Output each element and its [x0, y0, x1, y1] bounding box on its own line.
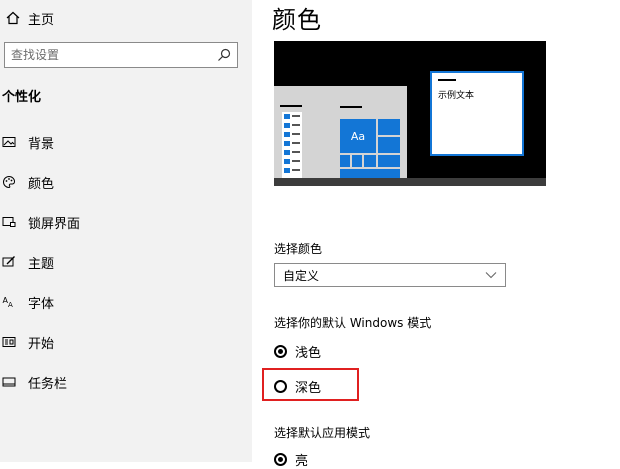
- sidebar-item-lock-screen[interactable]: 锁屏界面: [0, 210, 250, 234]
- windows-mode-label: 选择你的默认 Windows 模式: [274, 316, 432, 330]
- sidebar-item-label: 主题: [28, 256, 55, 272]
- preview-taskbar: [274, 178, 546, 186]
- sidebar-item-label: 锁屏界面: [28, 216, 81, 232]
- preview-accent-tile: Aa: [340, 119, 376, 153]
- choose-color-dropdown[interactable]: 自定义: [274, 263, 506, 287]
- preview-sample-text: 示例文本: [438, 91, 475, 101]
- highlight-box: [262, 368, 359, 401]
- radio-checked-icon[interactable]: [274, 345, 287, 358]
- sidebar-item-fonts[interactable]: A A 字体: [0, 290, 250, 314]
- lock-screen-icon: [2, 217, 16, 227]
- sidebar-item-label: 开始: [28, 336, 55, 352]
- preview-sample-window: 示例文本: [430, 71, 524, 156]
- taskbar-icon: [2, 377, 16, 387]
- choose-color-label: 选择颜色: [274, 242, 323, 256]
- sidebar-item-label: 背景: [28, 136, 55, 152]
- home-label: 主页: [28, 12, 55, 28]
- image-icon: [2, 137, 16, 147]
- radio-light-mode[interactable]: 浅色: [274, 342, 321, 361]
- chevron-down-icon: [485, 272, 497, 279]
- preview-start-strip: [282, 112, 302, 178]
- home-link[interactable]: 主页: [6, 8, 54, 28]
- settings-sidebar: 主页 个性化 背景 颜色 锁屏界面 主题: [0, 0, 252, 462]
- search-input[interactable]: [5, 47, 217, 63]
- sidebar-item-themes[interactable]: 主题: [0, 250, 250, 274]
- sidebar-item-label: 任务栏: [28, 376, 68, 392]
- app-mode-label: 选择默认应用模式: [274, 426, 371, 440]
- font-icon: A A: [3, 296, 14, 309]
- radio-label: 浅色: [295, 346, 322, 361]
- sidebar-item-label: 字体: [28, 296, 55, 312]
- sidebar-item-start[interactable]: 开始: [0, 330, 250, 354]
- dropdown-value: 自定义: [283, 268, 320, 283]
- color-preview: Aa 示例文本: [274, 41, 546, 186]
- radio-app-light-mode[interactable]: 亮: [274, 450, 308, 469]
- search-box[interactable]: [4, 42, 238, 68]
- theme-brush-icon: [2, 256, 15, 267]
- sidebar-item-taskbar[interactable]: 任务栏: [0, 370, 250, 394]
- radio-label: 亮: [295, 454, 309, 469]
- section-title-personalization: 个性化: [2, 90, 42, 105]
- radio-checked-icon[interactable]: [274, 453, 287, 466]
- home-icon: [6, 11, 20, 25]
- sidebar-item-background[interactable]: 背景: [0, 130, 250, 154]
- palette-icon: [3, 175, 15, 189]
- sidebar-item-colors[interactable]: 颜色: [0, 170, 250, 194]
- page-title: 颜色: [272, 6, 322, 34]
- sidebar-item-label: 颜色: [28, 176, 55, 192]
- start-menu-icon: [2, 337, 16, 347]
- svg-text:A: A: [8, 301, 13, 309]
- search-icon[interactable]: [217, 48, 231, 62]
